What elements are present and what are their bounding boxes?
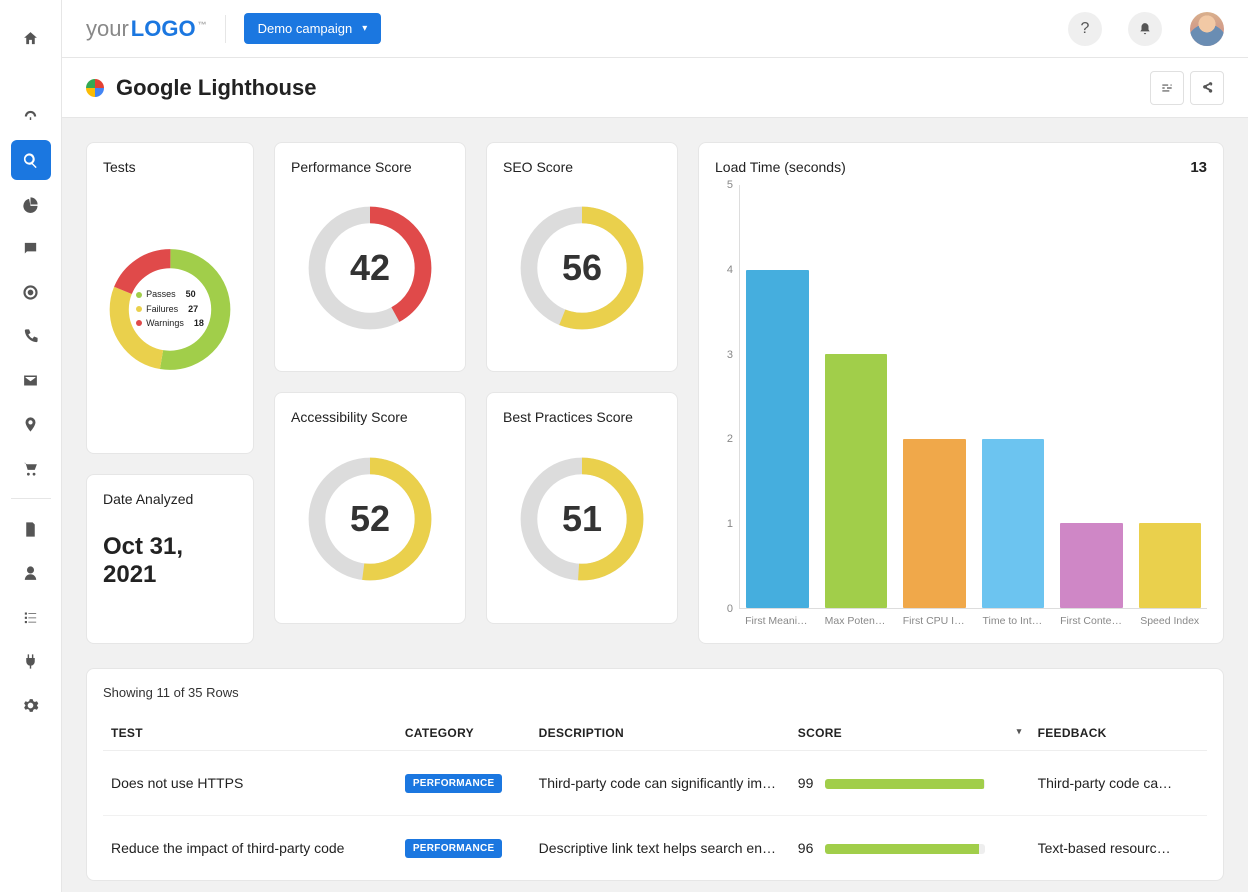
- col-score[interactable]: SCORE: [790, 716, 1030, 751]
- bar-5[interactable]: [1139, 523, 1202, 608]
- performance-score-card: Performance Score 42: [274, 142, 466, 372]
- nav-tasks[interactable]: [11, 597, 51, 637]
- col-description[interactable]: DESCRIPTION: [531, 716, 790, 751]
- nav-phone[interactable]: [11, 316, 51, 356]
- nav-report[interactable]: [11, 509, 51, 549]
- load-time-total: 13: [1190, 159, 1207, 176]
- nav-dashboard[interactable]: [11, 96, 51, 136]
- best-practices-score-card: Best Practices Score 51: [486, 392, 678, 624]
- campaign-selector[interactable]: Demo campaign: [244, 13, 382, 44]
- tests-card: Tests Passes50 Failures27 Warnings18: [86, 142, 254, 454]
- lighthouse-icon: [86, 79, 104, 97]
- table-row-count: Showing 11 of 35 Rows: [103, 685, 1207, 700]
- page-header: Google Lighthouse: [62, 58, 1248, 118]
- nav-plugin[interactable]: [11, 641, 51, 681]
- settings-sliders-button[interactable]: [1150, 71, 1184, 105]
- nav-chat[interactable]: [11, 228, 51, 268]
- table-row[interactable]: Reduce the impact of third-party codePER…: [103, 816, 1207, 881]
- nav-cart[interactable]: [11, 448, 51, 488]
- brand-logo: yourLOGO™: [86, 16, 207, 42]
- bar-1[interactable]: [825, 354, 888, 608]
- seo-score-card: SEO Score 56: [486, 142, 678, 372]
- notifications-button[interactable]: [1128, 12, 1162, 46]
- results-table-card: Showing 11 of 35 Rows TEST CATEGORY DESC…: [86, 668, 1224, 881]
- user-avatar[interactable]: [1190, 12, 1224, 46]
- bar-0[interactable]: [746, 270, 809, 608]
- date-analyzed-card: Date Analyzed Oct 31, 2021: [86, 474, 254, 644]
- bar-2[interactable]: [903, 439, 966, 608]
- accessibility-score-card: Accessibility Score 52: [274, 392, 466, 624]
- nav-settings[interactable]: [11, 685, 51, 725]
- col-feedback[interactable]: FEEDBACK: [1030, 716, 1207, 751]
- page-title: Google Lighthouse: [116, 75, 316, 101]
- nav-user[interactable]: [11, 553, 51, 593]
- bar-4[interactable]: [1060, 523, 1123, 608]
- nav-search[interactable]: [11, 140, 51, 180]
- table-row[interactable]: Does not use HTTPSPERFORMANCEThird-party…: [103, 751, 1207, 816]
- share-button[interactable]: [1190, 71, 1224, 105]
- bar-3[interactable]: [982, 439, 1045, 608]
- results-table: TEST CATEGORY DESCRIPTION SCORE FEEDBACK…: [103, 716, 1207, 880]
- sidebar: [0, 0, 62, 892]
- nav-mail[interactable]: [11, 360, 51, 400]
- date-value: Oct 31, 2021: [103, 533, 237, 589]
- nav-home[interactable]: [11, 18, 51, 58]
- col-category[interactable]: CATEGORY: [397, 716, 531, 751]
- tests-legend: Passes50 Failures27 Warnings18: [136, 287, 204, 330]
- nav-target[interactable]: [11, 272, 51, 312]
- nav-location[interactable]: [11, 404, 51, 444]
- load-time-bar-chart: 012345 First Meani…Max Poten…First CPU I…: [715, 181, 1207, 627]
- help-button[interactable]: ?: [1068, 12, 1102, 46]
- col-test[interactable]: TEST: [103, 716, 397, 751]
- topbar: yourLOGO™ Demo campaign ?: [62, 0, 1248, 58]
- nav-pie[interactable]: [11, 184, 51, 224]
- load-time-card: Load Time (seconds) 13 012345 First Mean…: [698, 142, 1224, 644]
